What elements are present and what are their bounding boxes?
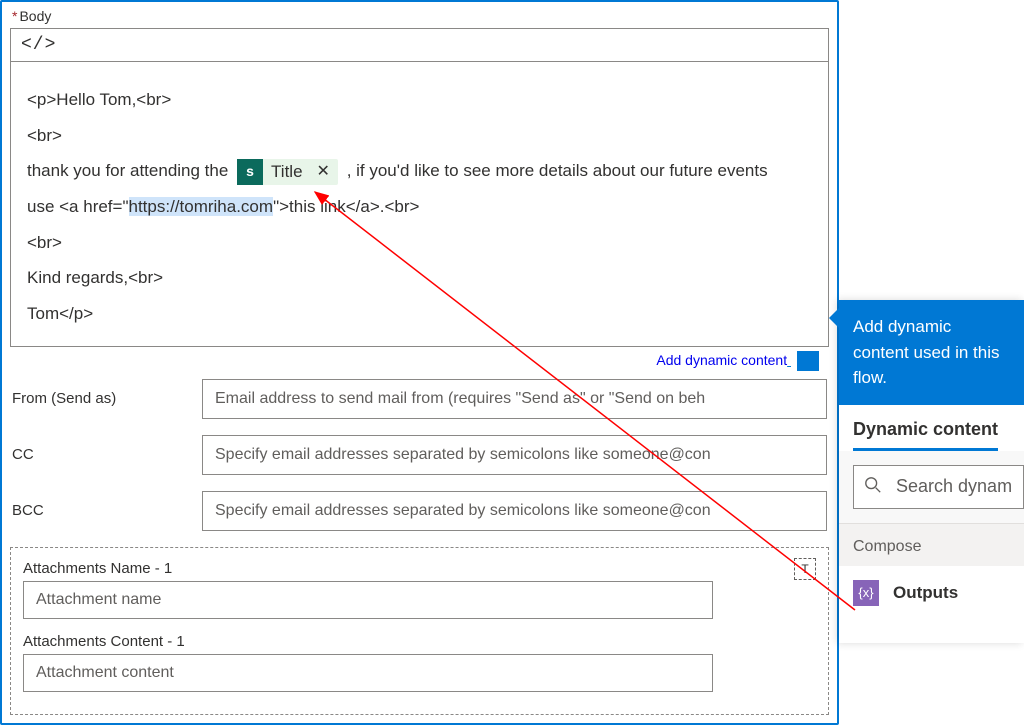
dynamic-content-panel: Add dynamic content used in this flow. D…: [839, 300, 1024, 643]
tab-dynamic-content[interactable]: Dynamic content: [853, 419, 998, 451]
dynamic-content-search-wrap: Search dynam: [839, 451, 1024, 524]
body-line: thank you for attending the s Title ✕ , …: [27, 153, 812, 189]
body-line: <br>: [27, 118, 812, 154]
highlighted-url: https://tomriha.com: [129, 197, 274, 216]
body-line: <p>Hello Tom,<br>: [27, 82, 812, 118]
body-html-editor[interactable]: <p>Hello Tom,<br> <br> thank you for att…: [10, 61, 829, 347]
attachment-content-group: Attachments Content - 1: [23, 633, 816, 692]
body-text: thank you for attending the: [27, 161, 233, 180]
body-text: , if you'd like to see more details abou…: [347, 161, 768, 180]
from-label: From (Send as): [12, 390, 202, 407]
dynamic-content-section-compose: Compose: [839, 524, 1024, 566]
dynamic-content-banner: Add dynamic content used in this flow.: [839, 300, 1024, 405]
dynamic-content-tabs: Dynamic content: [839, 405, 1024, 451]
attachment-name-input[interactable]: [23, 581, 713, 619]
callout-arrow-icon: [829, 308, 839, 328]
code-icon: </>: [21, 35, 56, 55]
cc-input[interactable]: [202, 435, 827, 475]
bcc-row: BCC: [10, 483, 829, 539]
close-icon[interactable]: ✕: [313, 161, 334, 183]
dynamic-token-title[interactable]: s Title ✕: [237, 159, 338, 185]
body-label-row: *Body: [10, 6, 829, 28]
action-card: *Body </> <p>Hello Tom,<br> <br> thank y…: [0, 0, 839, 725]
token-label: Title: [271, 160, 303, 184]
attachments-panel: T Attachments Name - 1 Attachments Conte…: [10, 547, 829, 715]
attachment-content-input[interactable]: [23, 654, 713, 692]
search-placeholder: Search dynam: [896, 476, 1012, 497]
cc-label: CC: [12, 446, 202, 463]
attachment-name-label: Attachments Name - 1: [23, 560, 816, 577]
from-input[interactable]: [202, 379, 827, 419]
body-field-label: Body: [19, 8, 51, 24]
search-icon: [864, 476, 882, 497]
body-line: use <a href="https://tomriha.com">this l…: [27, 189, 812, 225]
from-row: From (Send as): [10, 371, 829, 427]
body-line: Kind regards,<br>: [27, 260, 812, 296]
add-dynamic-content-link[interactable]: Add dynamic content: [656, 352, 787, 368]
dynamic-content-item-outputs[interactable]: {x} Outputs: [839, 566, 1024, 620]
body-line: Tom</p>: [27, 296, 812, 332]
body-text: ">this link</a>.<br>: [273, 197, 419, 216]
compose-icon: {x}: [853, 580, 879, 606]
switch-array-mode-icon[interactable]: T: [794, 558, 816, 580]
add-dynamic-content-row: Add dynamic content: [10, 347, 829, 371]
attachment-name-group: Attachments Name - 1: [23, 560, 816, 619]
required-asterisk: *: [12, 8, 17, 24]
switch-mode-icon[interactable]: [797, 351, 819, 371]
sharepoint-icon: s: [237, 159, 263, 185]
body-line: <br>: [27, 225, 812, 261]
bcc-input[interactable]: [202, 491, 827, 531]
cc-row: CC: [10, 427, 829, 483]
body-text: use <a href=": [27, 197, 129, 216]
dynamic-content-item-label: Outputs: [893, 583, 958, 603]
attachment-content-label: Attachments Content - 1: [23, 633, 816, 650]
dynamic-content-search[interactable]: Search dynam: [853, 465, 1024, 509]
bcc-label: BCC: [12, 502, 202, 519]
code-view-toggle[interactable]: </>: [10, 28, 829, 61]
